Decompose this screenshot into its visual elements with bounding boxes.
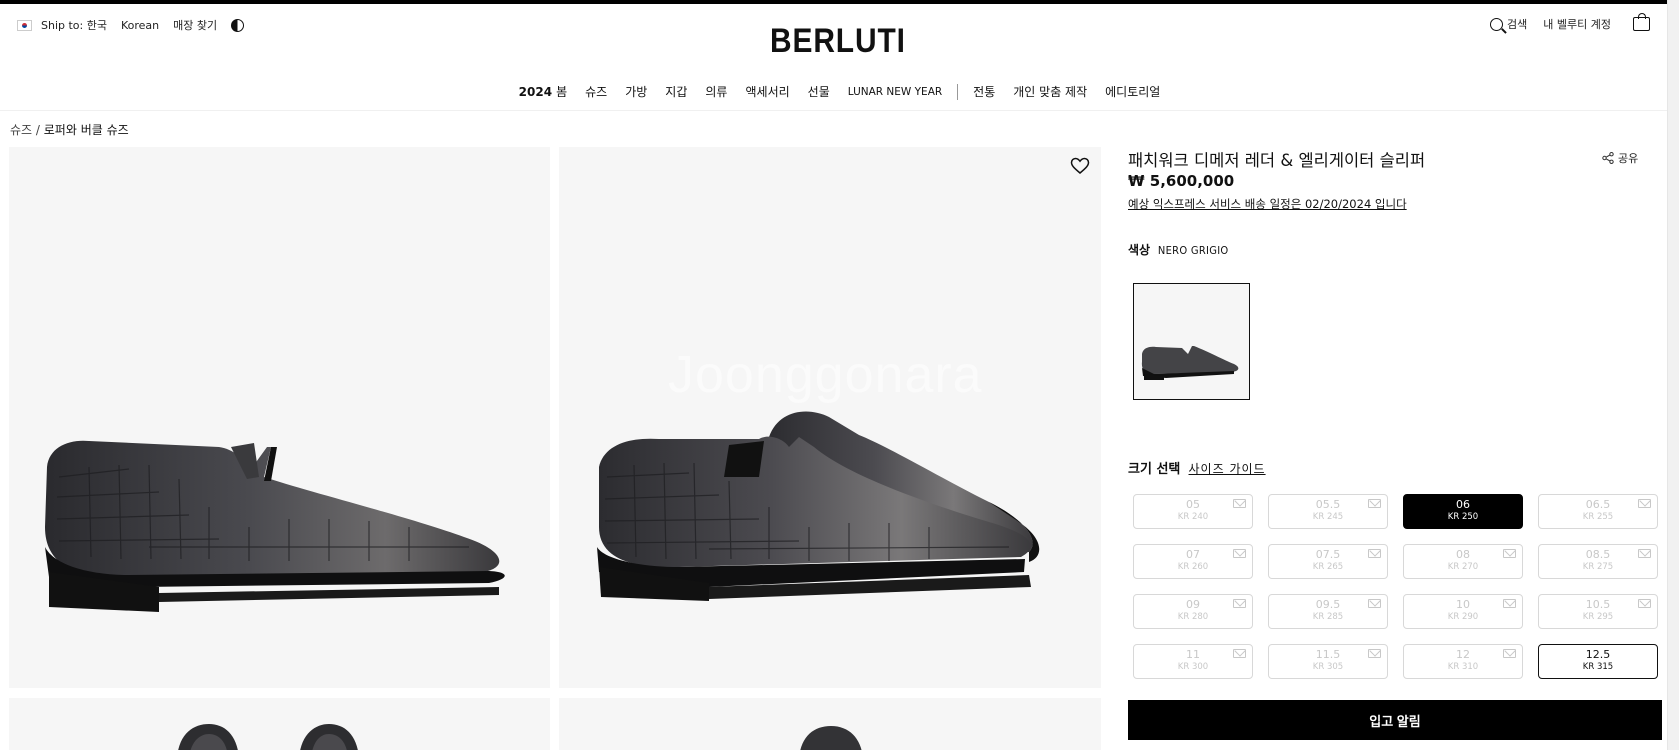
- notify-mail-icon: [1503, 649, 1516, 658]
- watermark: Joonggonara: [668, 346, 983, 404]
- notify-mail-icon: [1368, 549, 1381, 558]
- product-image-top-view[interactable]: [9, 698, 550, 750]
- size-option-10[interactable]: 10 KR 290: [1403, 594, 1523, 629]
- nav-item-bags[interactable]: 가방: [625, 83, 647, 100]
- notify-mail-icon: [1233, 549, 1246, 558]
- delivery-estimate-link[interactable]: 예상 익스프레스 서비스 배송 일정은 02/20/2024 입니다: [1128, 196, 1407, 212]
- ship-to-link[interactable]: Ship to: 한국: [41, 17, 107, 33]
- size-selector-heading: 크기 선택 사이즈 가이드: [1128, 458, 1266, 477]
- size-option-07[interactable]: 07 KR 260: [1133, 544, 1253, 579]
- main-nav: 2024 봄 슈즈 가방 지갑 의류 액세서리 선물 LUNAR NEW YEAR…: [0, 83, 1679, 100]
- loafer-side-image: [45, 440, 505, 612]
- color-label: 색상: [1128, 243, 1151, 257]
- search-label: 검색: [1507, 18, 1528, 31]
- contrast-toggle-icon[interactable]: [231, 18, 245, 32]
- size-option-08[interactable]: 08 KR 270: [1403, 544, 1523, 579]
- nav-item-bespoke[interactable]: 개인 맞춤 제작: [1013, 83, 1087, 100]
- nav-item-wallets[interactable]: 지갑: [665, 83, 687, 100]
- loafer-pair-image: [597, 411, 1040, 601]
- size-option-11[interactable]: 11 KR 300: [1133, 644, 1253, 679]
- nav-item-clothing[interactable]: 의류: [705, 83, 727, 100]
- loafer-sole-image: [800, 726, 862, 750]
- notify-mail-icon: [1638, 599, 1651, 608]
- size-option-10-5[interactable]: 10.5 KR 295: [1538, 594, 1658, 629]
- store-finder-link[interactable]: 매장 찾기: [173, 17, 217, 33]
- product-title: 패치워크 디메저 레더 & 엘리게이터 슬리퍼: [1128, 151, 1426, 170]
- notify-mail-icon: [1368, 649, 1381, 658]
- notify-mail-icon: [1503, 599, 1516, 608]
- nav-item-shoes[interactable]: 슈즈: [585, 83, 607, 100]
- wishlist-heart-icon[interactable]: [1070, 157, 1090, 175]
- size-option-07-5[interactable]: 07.5 KR 265: [1268, 544, 1388, 579]
- nav-item-season[interactable]: 2024 봄: [519, 83, 567, 100]
- share-button[interactable]: 공유: [1602, 150, 1638, 166]
- notify-mail-icon: [1233, 499, 1246, 508]
- nav-item-editorial[interactable]: 에디토리얼: [1105, 83, 1160, 100]
- header-divider: [0, 110, 1679, 111]
- size-option-09-5[interactable]: 09.5 KR 285: [1268, 594, 1388, 629]
- search-button[interactable]: 검색: [1490, 16, 1527, 32]
- notify-mail-icon: [1368, 599, 1381, 608]
- notify-restock-button[interactable]: 입고 알림: [1128, 700, 1662, 740]
- size-option-08-5[interactable]: 08.5 KR 275: [1538, 544, 1658, 579]
- notify-mail-icon: [1233, 649, 1246, 658]
- share-label: 공유: [1618, 152, 1639, 165]
- swatch-loafer-image: [1141, 346, 1239, 380]
- berluti-logo[interactable]: BERLUTI: [770, 22, 906, 61]
- product-price: ₩ 5,600,000: [1128, 172, 1235, 190]
- notify-mail-icon: [1368, 499, 1381, 508]
- size-grid: 05 KR 240 05.5 KR 245 06 KR 250 06.5 KR 255 …: [1133, 494, 1661, 679]
- nav-item-heritage[interactable]: 전통: [973, 83, 995, 100]
- size-option-06[interactable]: 06 KR 250: [1403, 494, 1523, 529]
- shopping-bag-icon[interactable]: [1633, 13, 1650, 31]
- notify-mail-icon: [1503, 549, 1516, 558]
- breadcrumb-current[interactable]: 로퍼와 버클 슈즈: [44, 123, 129, 137]
- nav-divider: [957, 83, 959, 100]
- color-info: 색상 NERO GRIGIO: [1128, 241, 1229, 258]
- header-right: 검색 내 벨루티 계정: [1490, 13, 1650, 32]
- language-link[interactable]: Korean: [121, 19, 159, 32]
- size-option-11-5[interactable]: 11.5 KR 305: [1268, 644, 1388, 679]
- loafer-top-image: [178, 724, 358, 750]
- breadcrumb-parent[interactable]: 슈즈: [10, 123, 32, 137]
- color-swatch-nero-grigio[interactable]: [1133, 283, 1250, 400]
- header-left: Ship to: 한국 Korean 매장 찾기: [17, 17, 245, 33]
- nav-item-lunar-new-year[interactable]: LUNAR NEW YEAR: [848, 86, 942, 98]
- notify-mail-icon: [1638, 499, 1651, 508]
- breadcrumb: 슈즈 / 로퍼와 버클 슈즈: [10, 123, 129, 137]
- size-option-12-5[interactable]: 12.5 KR 315: [1538, 644, 1658, 679]
- size-option-12[interactable]: 12 KR 310: [1403, 644, 1523, 679]
- product-image-side-view[interactable]: [9, 147, 550, 688]
- notify-mail-icon: [1233, 599, 1246, 608]
- product-image-sole-view[interactable]: [559, 698, 1101, 750]
- nav-item-accessories[interactable]: 액세서리: [745, 83, 789, 100]
- notify-mail-icon: [1638, 549, 1651, 558]
- page-scrollbar[interactable]: [1667, 0, 1679, 750]
- account-link[interactable]: 내 벨루티 계정: [1543, 16, 1611, 32]
- size-select-label: 크기 선택: [1128, 462, 1181, 477]
- size-option-09[interactable]: 09 KR 280: [1133, 594, 1253, 629]
- color-value: NERO GRIGIO: [1157, 244, 1229, 257]
- size-guide-link[interactable]: 사이즈 가이드: [1189, 462, 1266, 476]
- top-accent-bar: [0, 0, 1679, 4]
- size-option-05[interactable]: 05 KR 240: [1133, 494, 1253, 529]
- share-icon: [1602, 152, 1614, 164]
- product-image-pair-view[interactable]: Joonggonara: [559, 147, 1101, 688]
- nav-item-gifts[interactable]: 선물: [808, 83, 830, 100]
- size-option-06-5[interactable]: 06.5 KR 255: [1538, 494, 1658, 529]
- search-icon: [1490, 17, 1504, 31]
- size-option-05-5[interactable]: 05.5 KR 245: [1268, 494, 1388, 529]
- korea-flag-icon: [17, 19, 32, 31]
